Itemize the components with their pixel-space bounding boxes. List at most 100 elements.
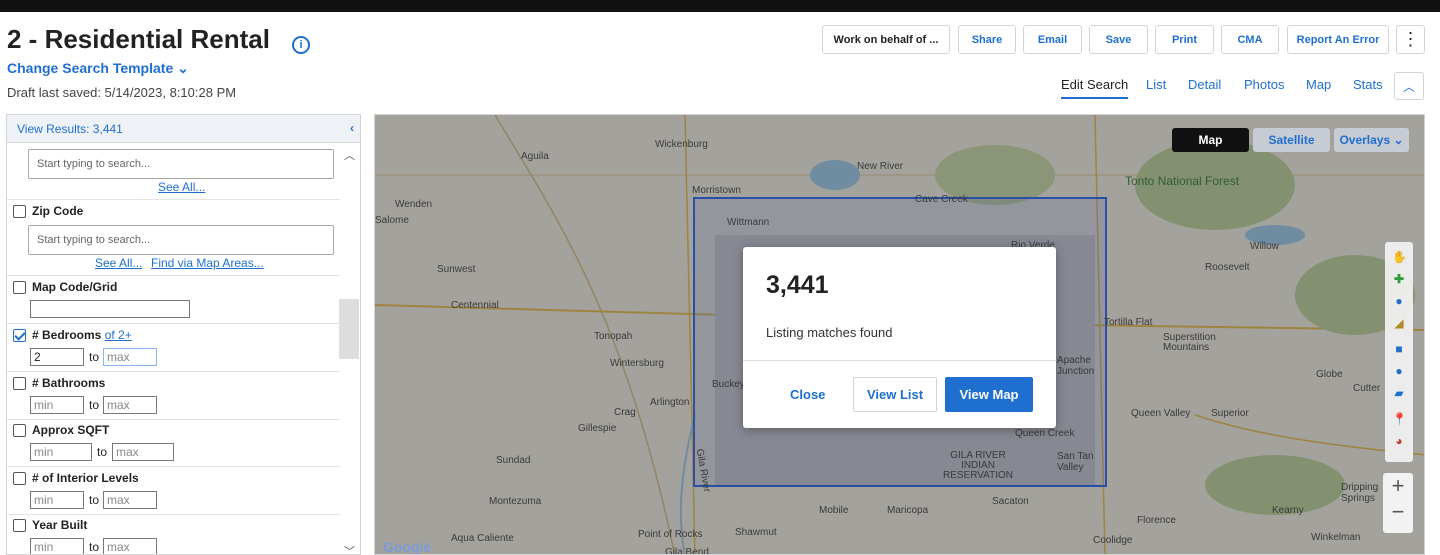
- scroll-up-icon[interactable]: ︿: [344, 147, 355, 163]
- email-button[interactable]: Email: [1023, 25, 1082, 54]
- chevron-down-icon: ⌄: [1393, 133, 1404, 147]
- place-label: Mobile: [819, 505, 849, 516]
- year-built-min-input[interactable]: min: [30, 538, 84, 554]
- chevron-up-icon: ︿: [1402, 79, 1415, 94]
- close-button[interactable]: Close: [790, 387, 825, 402]
- work-on-behalf-button[interactable]: Work on behalf of ...: [822, 25, 950, 54]
- place-label: Willow: [1250, 241, 1279, 252]
- place-label: Wenden: [395, 199, 433, 210]
- overlays-dropdown[interactable]: Overlays ⌄: [1334, 128, 1409, 152]
- divider: [7, 199, 340, 200]
- place-label: Kearny: [1272, 505, 1304, 516]
- interior-levels-max-input[interactable]: max: [103, 491, 157, 509]
- sqft-min-input[interactable]: min: [30, 443, 92, 461]
- map-code-input[interactable]: [30, 300, 190, 318]
- scroll-down-icon[interactable]: ﹀: [344, 543, 355, 554]
- tab-edit-search[interactable]: Edit Search: [1061, 77, 1129, 99]
- divider: [7, 466, 340, 467]
- place-label: Point of Rocks: [638, 529, 703, 540]
- interior-levels-label: # of Interior Levels: [32, 471, 139, 485]
- results-count: 3,441: [766, 271, 829, 299]
- tab-stats[interactable]: Stats: [1353, 77, 1383, 92]
- place-label: Gila Bend: [665, 547, 709, 555]
- interior-levels-min-input[interactable]: min: [30, 491, 84, 509]
- divider: [7, 514, 340, 515]
- see-all-link[interactable]: See All...: [158, 180, 205, 194]
- place-label: Arlington: [650, 397, 690, 408]
- place-label: Globe: [1316, 369, 1343, 380]
- bedrooms-max-input[interactable]: max: [103, 348, 157, 366]
- divider: [743, 360, 1056, 361]
- rectangle-draw-icon[interactable]: ■: [1392, 342, 1406, 356]
- tab-detail[interactable]: Detail: [1188, 77, 1221, 92]
- place-label: Tortilla Flat: [1104, 317, 1153, 328]
- search-criteria-sidebar: View Results: 3,441 ‹ ︿ ﹀ Start typing t…: [6, 114, 361, 555]
- bathrooms-min-input[interactable]: min: [30, 396, 84, 414]
- place-label: Superior: [1211, 408, 1249, 419]
- hand-pan-icon[interactable]: ✋: [1392, 250, 1407, 264]
- bedrooms-checkbox[interactable]: [13, 329, 26, 342]
- zoom-in-button[interactable]: +: [1383, 473, 1413, 499]
- bathrooms-checkbox[interactable]: [13, 377, 26, 390]
- see-all-zip-link[interactable]: See All...: [95, 256, 142, 270]
- info-icon[interactable]: i: [292, 36, 310, 54]
- to-label: to: [89, 398, 100, 412]
- place-label: Winkelman: [1311, 532, 1361, 543]
- report-error-button[interactable]: Report An Error: [1287, 25, 1389, 54]
- place-label: Roosevelt: [1205, 262, 1250, 273]
- place-label: Apache Junction: [1057, 355, 1095, 377]
- divider: [7, 275, 340, 276]
- map-drawing-toolbar: ✋ ✚ ● ◢ ■ ● ▰ 📍 ◕: [1385, 242, 1413, 462]
- bathrooms-max-input[interactable]: max: [103, 396, 157, 414]
- year-built-checkbox[interactable]: [13, 519, 26, 532]
- ruler-icon[interactable]: ◢: [1392, 316, 1406, 330]
- place-label: Wickenburg: [655, 139, 708, 150]
- more-options-icon[interactable]: ⋮: [1396, 25, 1425, 54]
- pin-icon[interactable]: 📍: [1392, 412, 1407, 426]
- interior-levels-checkbox[interactable]: [13, 472, 26, 485]
- folder-icon[interactable]: ▰: [1392, 386, 1406, 400]
- scrollbar-thumb[interactable]: [339, 299, 359, 359]
- bedrooms-summary-link[interactable]: of 2+: [105, 328, 132, 342]
- info-icon[interactable]: ●: [1392, 294, 1406, 308]
- add-icon[interactable]: ✚: [1392, 272, 1406, 286]
- page-title: 2 - Residential Rental: [7, 24, 270, 54]
- zoom-controls: + −: [1383, 473, 1413, 533]
- tab-list[interactable]: List: [1146, 77, 1166, 92]
- map-type-satellite-button[interactable]: Satellite: [1253, 128, 1330, 152]
- search-input[interactable]: Start typing to search...: [28, 149, 334, 179]
- zip-code-checkbox[interactable]: [13, 205, 26, 218]
- place-label: Maricopa: [887, 505, 929, 516]
- collapse-sidebar-icon[interactable]: ‹: [350, 121, 354, 135]
- map-code-checkbox[interactable]: [13, 281, 26, 294]
- circle-draw-icon[interactable]: ●: [1392, 364, 1406, 378]
- tab-map[interactable]: Map: [1306, 77, 1331, 92]
- zip-code-label: Zip Code: [32, 204, 84, 218]
- zip-code-search-input[interactable]: Start typing to search...: [28, 225, 334, 255]
- color-wheel-icon[interactable]: ◕: [1392, 434, 1406, 448]
- sidebar-header: View Results: 3,441 ‹: [7, 115, 360, 143]
- sqft-checkbox[interactable]: [13, 424, 26, 437]
- place-label: Salome: [375, 215, 409, 226]
- bedrooms-min-input[interactable]: 2: [30, 348, 84, 366]
- find-via-map-areas-link[interactable]: Find via Map Areas...: [151, 256, 264, 270]
- change-search-template-link[interactable]: Change Search Template ⌄: [7, 60, 189, 77]
- place-label: Sacaton: [992, 496, 1029, 507]
- divider: [7, 419, 340, 420]
- map-type-map-button[interactable]: Map: [1172, 128, 1249, 152]
- place-label: GILA RIVER INDIAN RESERVATION: [942, 450, 1013, 481]
- cma-button[interactable]: CMA: [1221, 25, 1279, 54]
- view-results-link[interactable]: View Results: 3,441: [17, 122, 123, 136]
- view-list-button[interactable]: View List: [853, 377, 937, 412]
- tab-photos[interactable]: Photos: [1244, 77, 1284, 92]
- year-built-max-input[interactable]: max: [103, 538, 157, 554]
- share-button[interactable]: Share: [958, 25, 1016, 54]
- place-label: Queen Valley: [1131, 408, 1191, 419]
- sqft-max-input[interactable]: max: [112, 443, 174, 461]
- print-button[interactable]: Print: [1155, 25, 1214, 54]
- collapse-header-button[interactable]: ︿: [1394, 72, 1424, 100]
- save-button[interactable]: Save: [1089, 25, 1148, 54]
- view-map-button[interactable]: View Map: [945, 377, 1033, 412]
- place-label: Centennial: [451, 300, 499, 311]
- zoom-out-button[interactable]: −: [1383, 499, 1413, 525]
